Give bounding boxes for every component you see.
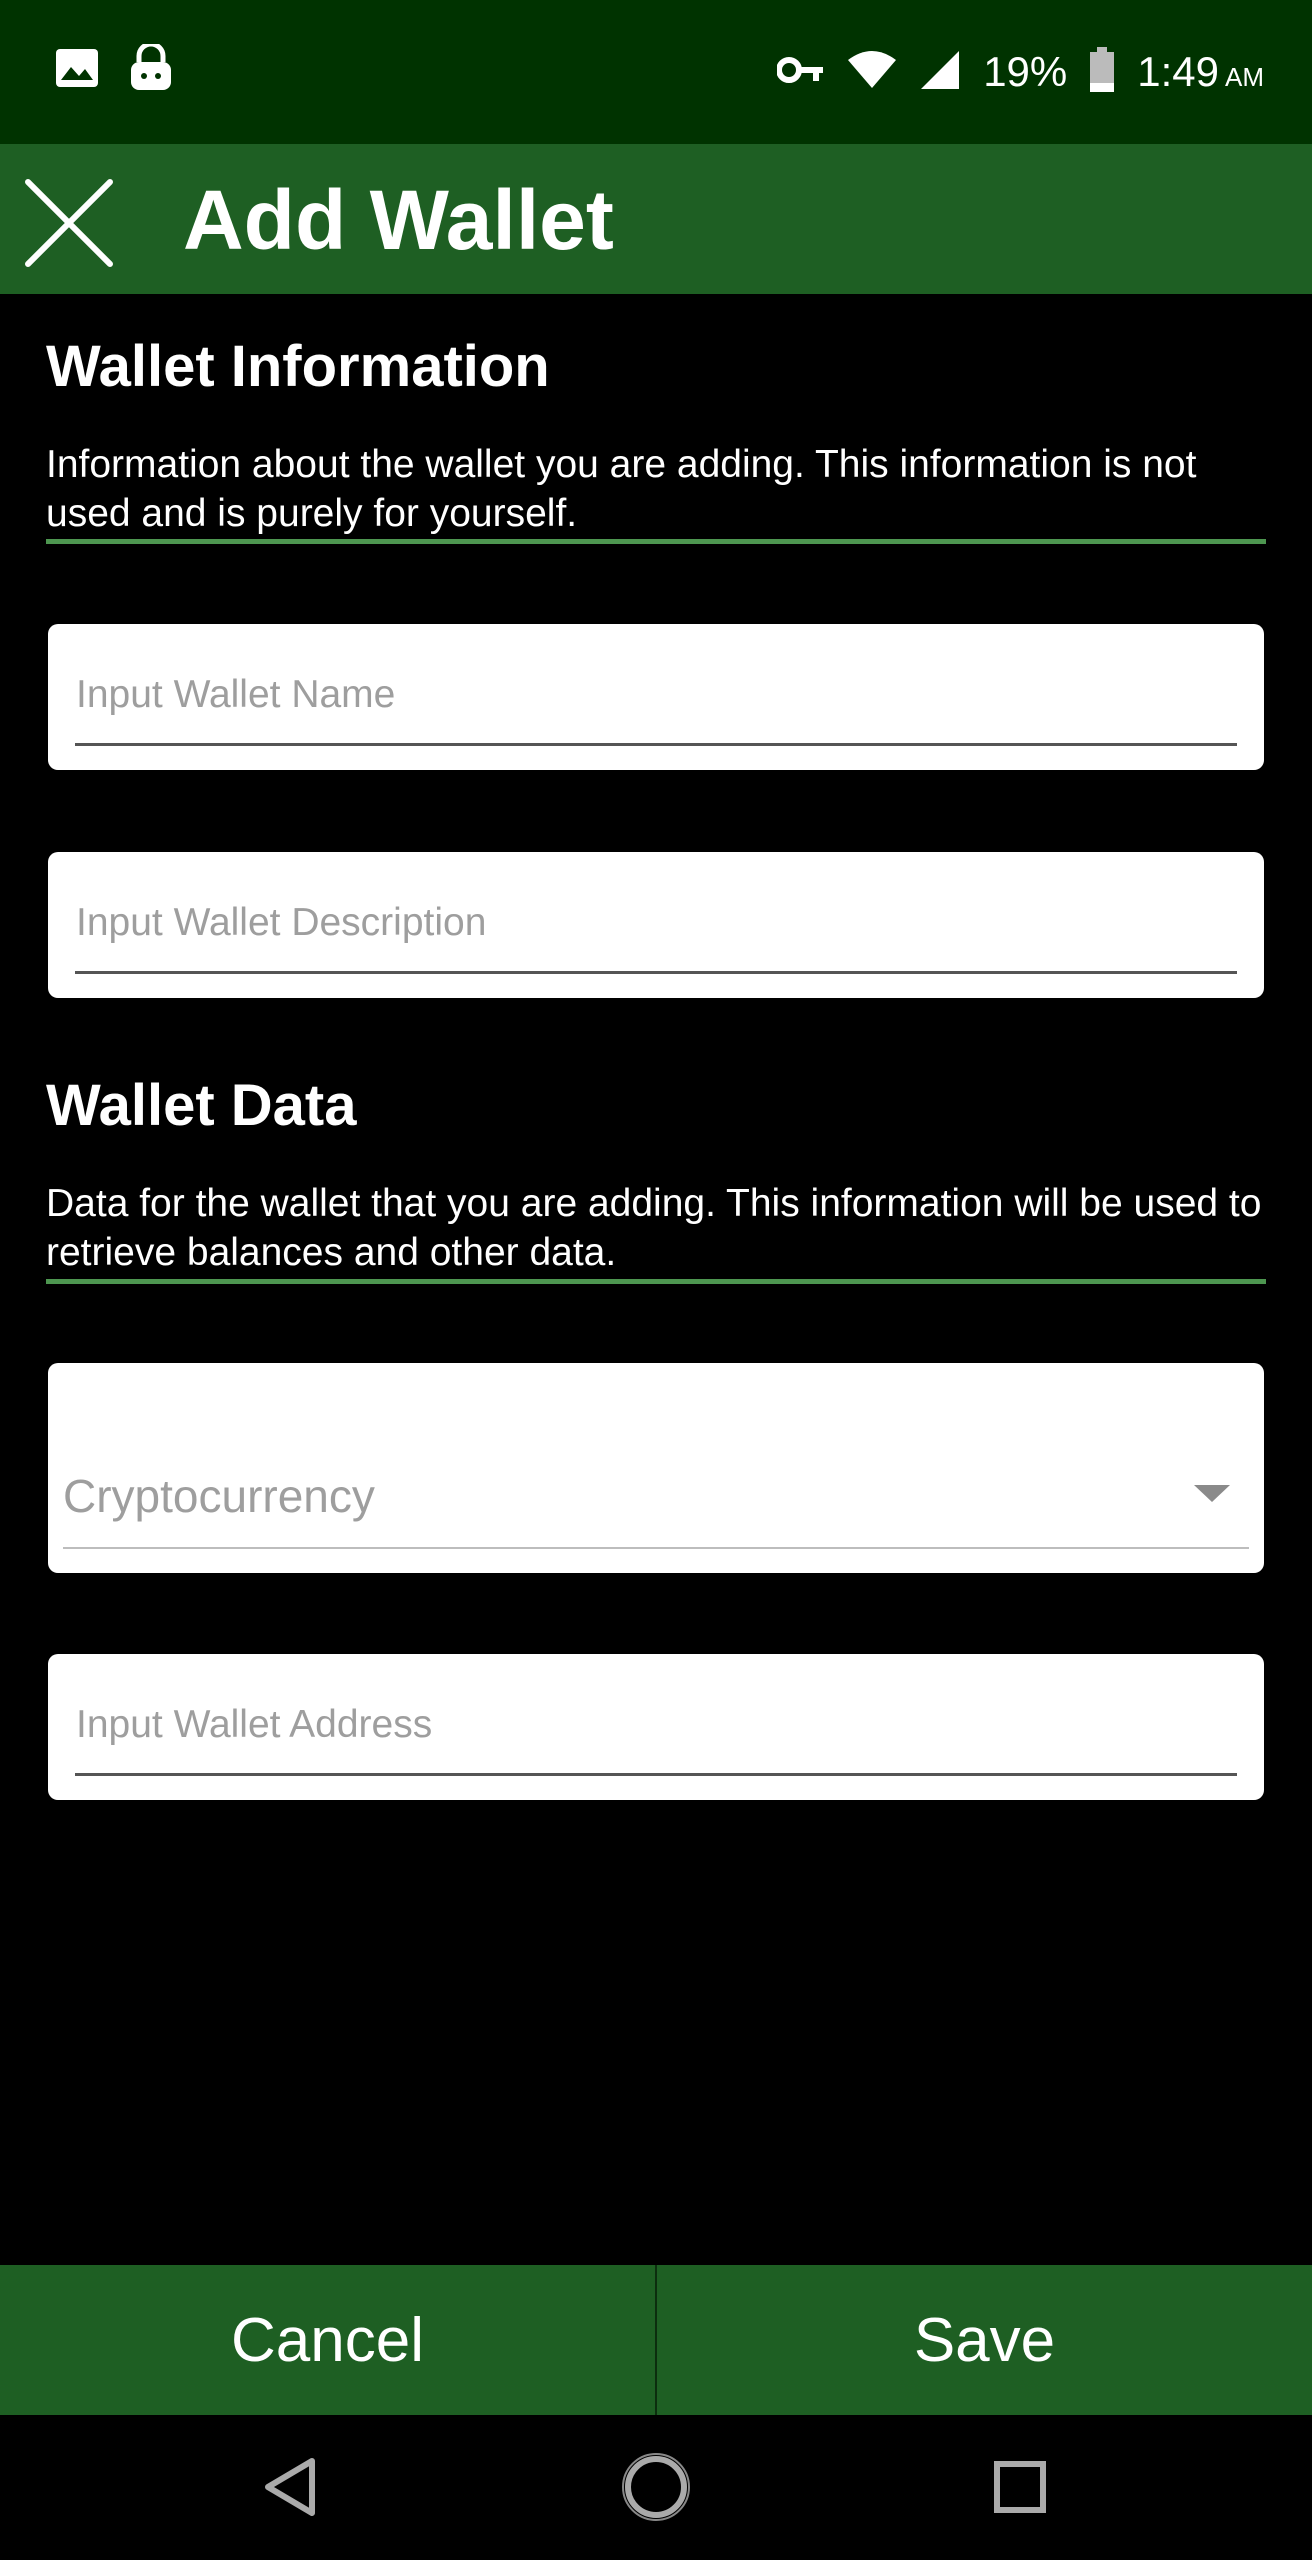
section-divider bbox=[46, 539, 1266, 544]
nav-recents-button[interactable] bbox=[980, 2447, 1060, 2527]
navigation-bar bbox=[0, 2415, 1312, 2560]
input-underline bbox=[75, 971, 1237, 974]
cell-signal-icon bbox=[919, 49, 961, 96]
home-icon bbox=[622, 2453, 690, 2521]
app-bar: Add Wallet bbox=[0, 144, 1312, 294]
battery-icon bbox=[1089, 46, 1115, 98]
wallet-data-heading: Wallet Data bbox=[46, 1073, 357, 1138]
cryptocurrency-select-label: Cryptocurrency bbox=[63, 1470, 375, 1522]
cryptocurrency-select[interactable]: Cryptocurrency bbox=[48, 1363, 1264, 1573]
nav-home-button[interactable] bbox=[616, 2447, 696, 2527]
wallet-data-description: Data for the wallet that you are adding.… bbox=[46, 1182, 1262, 1274]
page-title: Add Wallet bbox=[183, 173, 614, 267]
image-icon bbox=[55, 48, 99, 93]
status-bar: 19% 1:49 AM bbox=[0, 0, 1312, 144]
nav-back-button[interactable] bbox=[250, 2447, 330, 2527]
clock-ampm: AM bbox=[1225, 62, 1264, 92]
clock-time: 1:49 bbox=[1137, 48, 1219, 95]
close-button[interactable] bbox=[20, 174, 118, 272]
save-button[interactable]: Save bbox=[657, 2265, 1312, 2415]
key-icon bbox=[776, 55, 825, 90]
close-icon bbox=[25, 179, 113, 267]
wallet-address-field bbox=[48, 1654, 1264, 1800]
recents-icon bbox=[994, 2461, 1046, 2513]
clock: 1:49 AM bbox=[1137, 48, 1264, 96]
back-icon bbox=[265, 2458, 315, 2516]
input-underline bbox=[75, 743, 1237, 746]
vpn-lock-icon bbox=[129, 41, 173, 97]
cancel-button[interactable]: Cancel bbox=[0, 2265, 655, 2415]
wallet-address-input[interactable] bbox=[76, 1696, 1238, 1754]
wallet-name-field bbox=[48, 624, 1264, 770]
wallet-information-description: Information about the wallet you are add… bbox=[46, 443, 1197, 535]
dropdown-arrow-icon bbox=[1194, 1485, 1230, 1502]
section-divider bbox=[46, 1279, 1266, 1284]
wallet-description-field bbox=[48, 852, 1264, 998]
wifi-icon bbox=[847, 50, 897, 95]
battery-percent: 19% bbox=[983, 48, 1068, 95]
action-bar: Cancel Save bbox=[0, 2265, 1312, 2415]
input-underline bbox=[75, 1773, 1237, 1776]
wallet-name-input[interactable] bbox=[76, 666, 1238, 724]
select-underline bbox=[63, 1547, 1249, 1549]
wallet-information-heading: Wallet Information bbox=[46, 334, 550, 399]
wallet-description-input[interactable] bbox=[76, 894, 1238, 952]
